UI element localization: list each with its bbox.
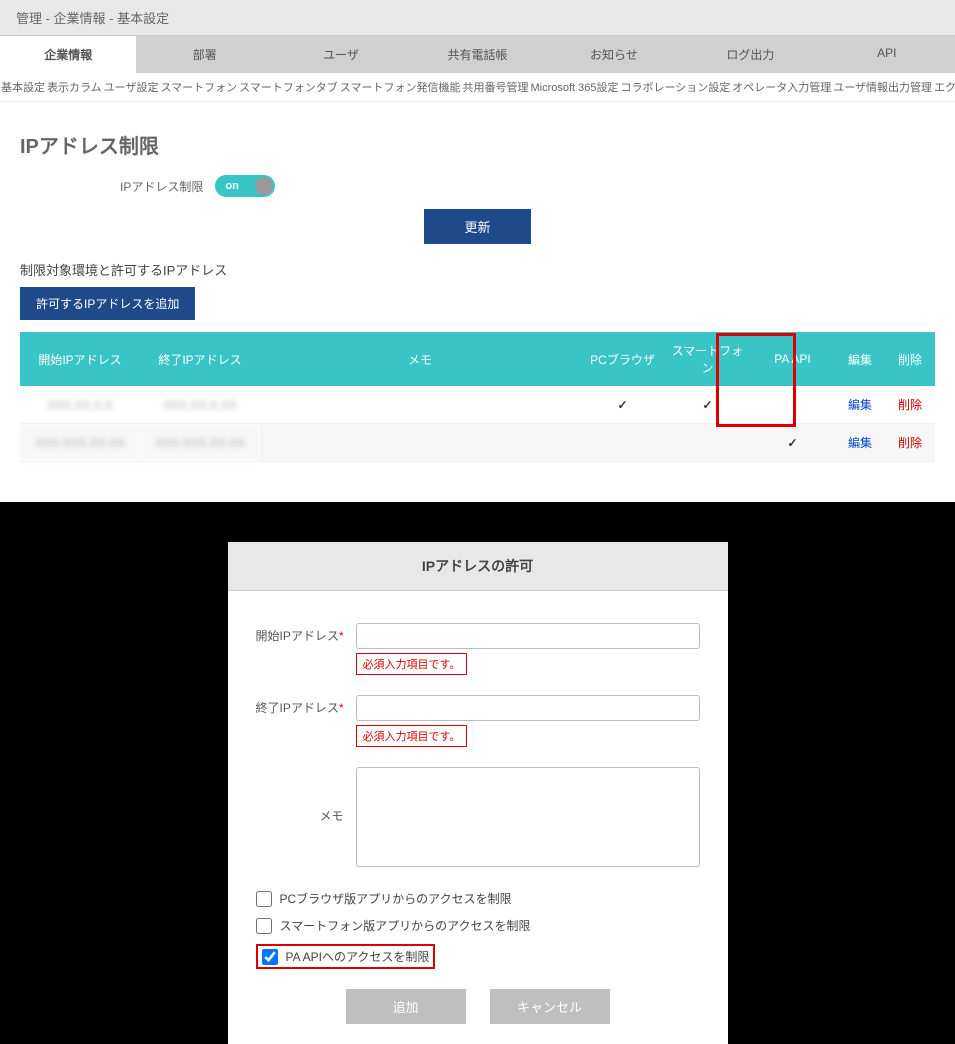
sp-access-label: スマートフォン版アプリからのアクセスを制限 [280,917,531,934]
tab-log[interactable]: ログ出力 [682,36,818,73]
check-icon: ✓ [702,398,712,412]
th-pc: PCブラウザ [580,332,665,386]
subtab-item[interactable]: スマートフォンタブ [238,77,339,97]
page-title: IPアドレス制限 [20,130,935,159]
dialog-cancel-button[interactable]: キャンセル [490,989,610,1024]
pc-access-label: PCブラウザ版アプリからのアクセスを制限 [280,890,512,907]
end-ip-input[interactable] [356,695,700,721]
toggle-label: IPアドレス制限 [120,178,203,195]
cell-start-ip: XXX.XXX.XX.XX [20,424,140,462]
update-button[interactable]: 更新 [424,209,530,244]
sub-tabs: 基本設定 表示カラム ユーザ設定 スマートフォン スマートフォンタブ スマートフ… [0,73,955,102]
subtab-item[interactable]: 表示カラム [46,77,103,97]
delete-link[interactable]: 削除 [898,436,922,450]
sp-access-checkbox[interactable] [256,918,272,934]
pa-api-checkbox-highlight: PA APIへのアクセスを制限 [256,944,436,969]
main-tabs: 企業情報 部署 ユーザ 共有電話帳 お知らせ ログ出力 API [0,36,955,73]
tab-company[interactable]: 企業情報 [0,36,136,73]
pa-api-access-label: PA APIへのアクセスを制限 [286,948,430,965]
cell-start-ip: XXX.XX.X.X [20,386,140,424]
breadcrumb: 管理 - 企業情報 - 基本設定 [16,8,185,27]
tab-shared-phonebook[interactable]: 共有電話帳 [409,36,545,73]
start-ip-label: 開始IPアドレス* [256,623,356,644]
ip-table: 開始IPアドレス 終了IPアドレス メモ PCブラウザ スマートフォン PA A… [20,332,935,462]
subtab-item[interactable]: スマートフォン発信機能 [339,77,462,97]
memo-label: メモ [256,767,356,824]
table-row: XXX.XX.X.X XXX.XX.X.XX ✓ ✓ 編集 削除 [20,386,935,424]
tab-department[interactable]: 部署 [136,36,272,73]
start-ip-input[interactable] [356,623,700,649]
add-ip-button[interactable]: 許可するIPアドレスを追加 [20,287,195,320]
edit-link[interactable]: 編集 [848,436,872,450]
end-ip-error: 必須入力項目です。 [356,725,468,747]
ip-restriction-toggle[interactable]: on [215,175,275,197]
subtab-item[interactable]: ユーザ情報出力管理 [832,77,933,97]
cell-memo [260,424,580,462]
tab-notice[interactable]: お知らせ [546,36,682,73]
dialog-add-button[interactable]: 追加 [346,989,466,1024]
subtab-item[interactable]: コラボレーション設定 [620,77,732,97]
end-ip-label: 終了IPアドレス* [256,695,356,716]
edit-link[interactable]: 編集 [848,398,872,412]
th-memo: メモ [260,332,580,386]
section-label: 制限対象環境と許可するIPアドレス [20,260,935,279]
cell-memo [260,386,580,424]
memo-textarea[interactable] [356,767,700,867]
table-row: XXX.XXX.XX.XX XXX.XXX.XX.XX ✓ 編集 削除 [20,424,935,462]
check-icon: ✓ [787,436,797,450]
subtab-item[interactable]: 基本設定 [0,77,46,97]
th-start-ip: 開始IPアドレス [20,332,140,386]
subtab-item[interactable]: ユーザ設定 [103,77,160,97]
start-ip-error: 必須入力項目です。 [356,653,468,675]
th-edit: 編集 [835,332,885,386]
th-pa-api: PA API [750,332,835,386]
subtab-item[interactable]: 共用番号管理 [461,77,529,97]
cell-end-ip: XXX.XXX.XX.XX [140,424,260,462]
cell-end-ip: XXX.XX.X.XX [140,386,260,424]
subtab-item[interactable]: エクスポート設定 [933,77,955,97]
dialog-title: IPアドレスの許可 [228,542,728,591]
subtab-item[interactable]: Microsoft 365設定 [529,77,619,97]
pc-access-checkbox[interactable] [256,891,272,907]
th-delete: 削除 [885,332,935,386]
tab-user[interactable]: ユーザ [273,36,409,73]
subtab-item[interactable]: スマートフォン [159,77,238,97]
th-sp: スマートフォン [665,332,750,386]
toggle-text: on [225,180,238,192]
subtab-item[interactable]: オペレータ入力管理 [731,77,832,97]
toggle-knob [255,177,273,195]
delete-link[interactable]: 削除 [898,398,922,412]
ip-allow-dialog: IPアドレスの許可 開始IPアドレス* 必須入力項目です。 終了IPアドレス* … [228,542,728,1044]
check-icon: ✓ [617,398,627,412]
th-end-ip: 終了IPアドレス [140,332,260,386]
pa-api-access-checkbox[interactable] [262,949,278,965]
tab-api[interactable]: API [819,36,955,73]
